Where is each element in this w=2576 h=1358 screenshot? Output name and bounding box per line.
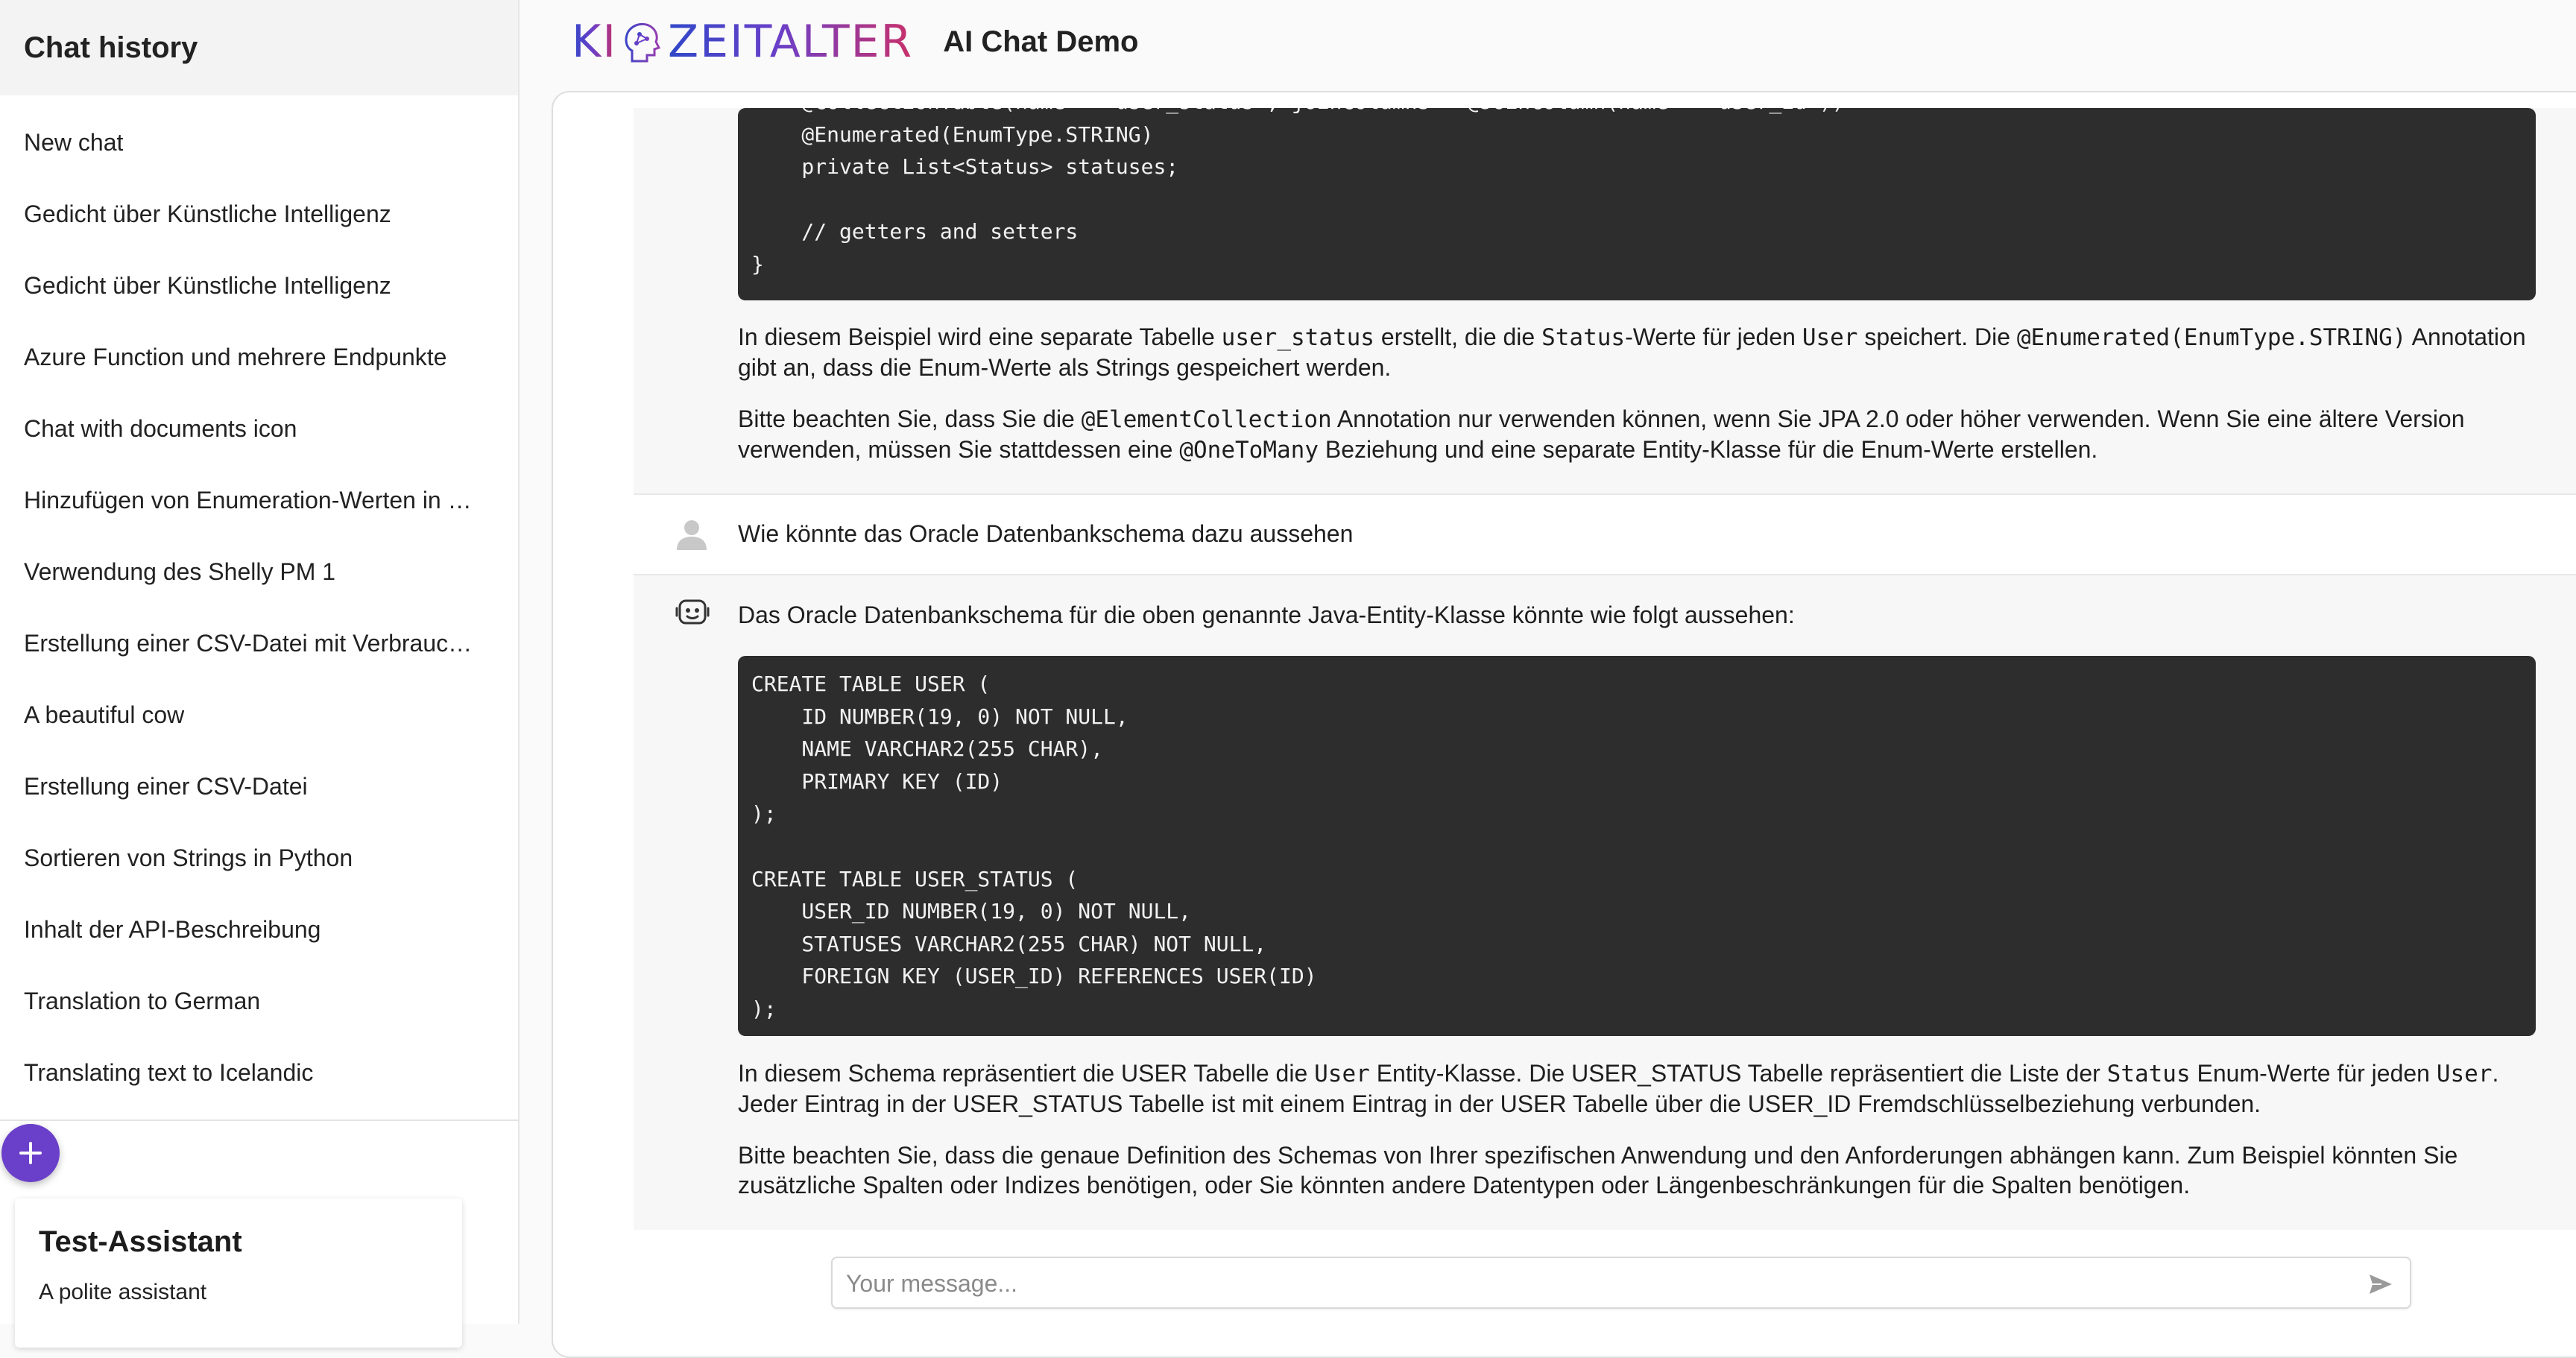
logo: KI ZEITALTER (572, 16, 913, 68)
sidebar-title: Chat history (0, 0, 518, 95)
bot-avatar-icon (675, 599, 710, 625)
chat-history-item[interactable]: Hinzufügen von Enumeration-Werten in … (0, 464, 518, 536)
assistant-paragraph: Bitte beachten Sie, dass Sie die @Elemen… (738, 405, 2465, 464)
chat-history-item[interactable]: Erstellung einer CSV-Datei mit Verbrauc… (0, 607, 518, 679)
inline-code: Status (1541, 324, 1626, 351)
brain-head-icon (625, 22, 661, 63)
chat-history-item[interactable]: Azure Function und mehrere Endpunkte (0, 321, 518, 393)
chat-history-item[interactable]: A beautiful cow (0, 679, 518, 751)
chat-history-item[interactable]: Inhalt der API-Beschreibung (0, 894, 518, 965)
chat-history-item[interactable]: Sortieren von Strings in Python (0, 822, 518, 894)
inline-code: @OneToMany (1179, 437, 1319, 464)
inline-code: Status (2106, 1061, 2191, 1087)
conversation[interactable]: @CollectionTable(name = "user_status", j… (634, 108, 2576, 1230)
chat-history-item[interactable]: Gedicht über Künstliche Intelligenz (0, 250, 518, 321)
chat-history-item[interactable]: Translation to German (0, 965, 518, 1037)
message-composer (831, 1257, 2411, 1309)
inline-code: @Enumerated(EnumType.STRING) (2016, 324, 2407, 351)
user-message-row: Wie könnte das Oracle Datenbankschema da… (634, 493, 2576, 575)
assistant-card[interactable]: Test-Assistant A polite assistant (15, 1198, 462, 1348)
inline-code: user_status (1221, 324, 1374, 351)
new-assistant-button[interactable] (1, 1124, 60, 1182)
chat-history-item[interactable]: New chat (0, 107, 518, 178)
inline-code: User (1314, 1061, 1370, 1087)
inline-code: User (1802, 324, 1858, 351)
chat-history-item[interactable]: Verwendung des Shelly PM 1 (0, 536, 518, 607)
assistant-paragraph: In diesem Schema repräsentiert die USER … (738, 1060, 2499, 1117)
chat-history-item[interactable]: Gedicht über Künstliche Intelligenz (0, 178, 518, 250)
chat-history-item[interactable]: Erstellung einer CSV-Datei (0, 751, 518, 822)
assistant-name: Test-Assistant (39, 1225, 242, 1258)
plus-icon (19, 1142, 42, 1164)
sidebar: Chat history New chat Gedicht über Künst… (0, 0, 520, 1324)
assistant-paragraph: In diesem Beispiel wird eine separate Ta… (738, 323, 2526, 381)
message-input[interactable] (845, 1258, 2308, 1309)
app-title: AI Chat Demo (943, 25, 1139, 58)
chat-history-item[interactable]: Translating text to Icelandic (0, 1037, 518, 1108)
assistant-paragraph: Bitte beachten Sie, dass die genaue Defi… (738, 1142, 2458, 1198)
sidebar-divider (0, 1119, 518, 1121)
logo-text-right: ZEITALTER (668, 16, 914, 68)
code-text: @CollectionTable(name = "user_status", j… (751, 108, 1845, 277)
user-message-text: Wie könnte das Oracle Datenbankschema da… (738, 520, 1354, 547)
code-block-sql: CREATE TABLE USER ( ID NUMBER(19, 0) NOT… (738, 656, 2536, 1036)
assistant-intro: Das Oracle Datenbankschema für die oben … (738, 601, 1795, 628)
send-icon[interactable] (2367, 1270, 2395, 1298)
logo-text-left: KI (572, 16, 618, 68)
assistant-description: A polite assistant (39, 1280, 207, 1304)
top-bar: KI ZEITALTER AI Chat Demo (521, 0, 2576, 83)
chat-history-item[interactable]: Chat with documents icon (0, 393, 518, 464)
chat-history-list: New chat Gedicht über Künstliche Intelli… (0, 107, 518, 1108)
inline-code: @ElementCollection (1081, 406, 1332, 433)
user-avatar-icon (677, 520, 707, 550)
code-block: @CollectionTable(name = "user_status", j… (738, 108, 2536, 300)
inline-code: User (2436, 1061, 2493, 1087)
